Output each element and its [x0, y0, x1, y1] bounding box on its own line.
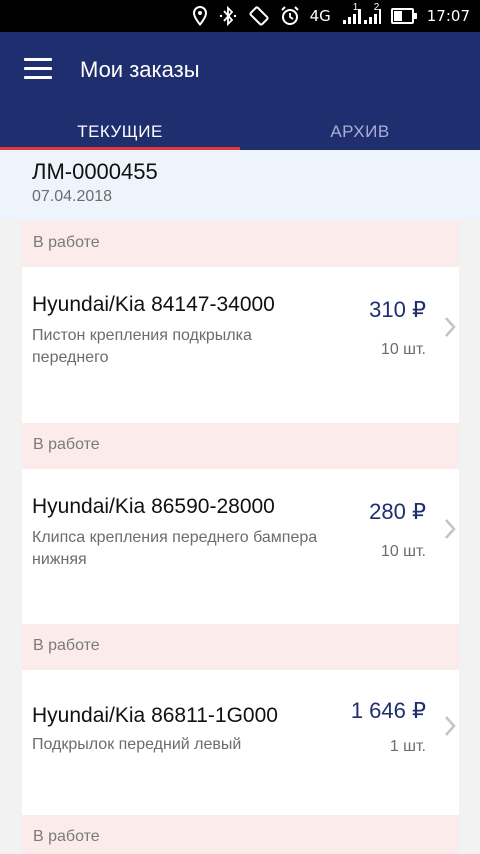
network-type-label: 4G [309, 7, 331, 25]
item-quantity: 10 шт. [380, 341, 426, 358]
item-title: Hyundai/Kia 86811-1G000 [32, 704, 278, 727]
order-item-card[interactable]: Hyundai/Kia 86590-28000 Клипса крепления… [22, 469, 459, 625]
status-bar: 4G 1 2 17:07 [0, 0, 480, 32]
item-description: Клипса крепления переднего бампера нижня… [32, 529, 318, 568]
bluetooth-icon [218, 5, 238, 27]
item-status: В работе [33, 637, 100, 654]
battery-icon [390, 5, 417, 27]
item-quantity: 1 шт. [389, 738, 426, 755]
rotate-icon [248, 5, 270, 27]
order-item-card[interactable]: Hyundai/Kia 86811-1G000 Подкрылок передн… [22, 670, 459, 826]
sim1-label: 1 [352, 2, 359, 13]
item-status: В работе [33, 828, 100, 845]
order-header: ЛМ-0000455 07.04.2018 [0, 150, 480, 220]
item-status-strip: В работе [22, 221, 459, 267]
item-title: Hyundai/Kia 84147-34000 [32, 293, 275, 316]
chevron-right-icon [445, 716, 456, 736]
item-quantity: 10 шт. [380, 543, 426, 560]
chevron-right-icon [445, 317, 456, 337]
chevron-right-icon [445, 519, 456, 539]
item-status-strip: В работе [22, 423, 459, 469]
clock: 17:07 [426, 7, 470, 25]
page-title: Мои заказы [80, 57, 200, 82]
item-price: 310 ₽ [369, 297, 426, 322]
item-status: В работе [33, 234, 100, 251]
menu-icon [24, 58, 52, 61]
signal-icon: 1 2 [341, 2, 381, 27]
item-status-strip: В работе [22, 815, 459, 854]
sim2-label: 2 [373, 2, 380, 13]
app-bar: Мои заказы ТЕКУЩИЕ АРХИВ [0, 32, 480, 150]
item-description: Пистон крепления подкрылка переднего [32, 327, 252, 366]
tab-bar: ТЕКУЩИЕ АРХИВ [0, 112, 480, 150]
item-price: 1 646 ₽ [350, 698, 426, 723]
menu-button[interactable] [24, 58, 52, 80]
order-number: ЛМ-0000455 [32, 159, 158, 184]
item-description: Подкрылок передний левый [32, 736, 242, 753]
order-date: 07.04.2018 [32, 188, 113, 205]
location-icon [192, 5, 208, 27]
tab-archive[interactable]: АРХИВ [240, 112, 480, 150]
item-status: В работе [33, 436, 100, 453]
item-title: Hyundai/Kia 86590-28000 [32, 495, 275, 518]
tab-current[interactable]: ТЕКУЩИЕ [0, 112, 240, 150]
item-price: 280 ₽ [369, 499, 426, 524]
item-status-strip: В работе [22, 624, 459, 670]
alarm-icon [280, 5, 300, 27]
order-item-card[interactable]: Hyundai/Kia 84147-34000 Пистон крепления… [22, 267, 459, 423]
